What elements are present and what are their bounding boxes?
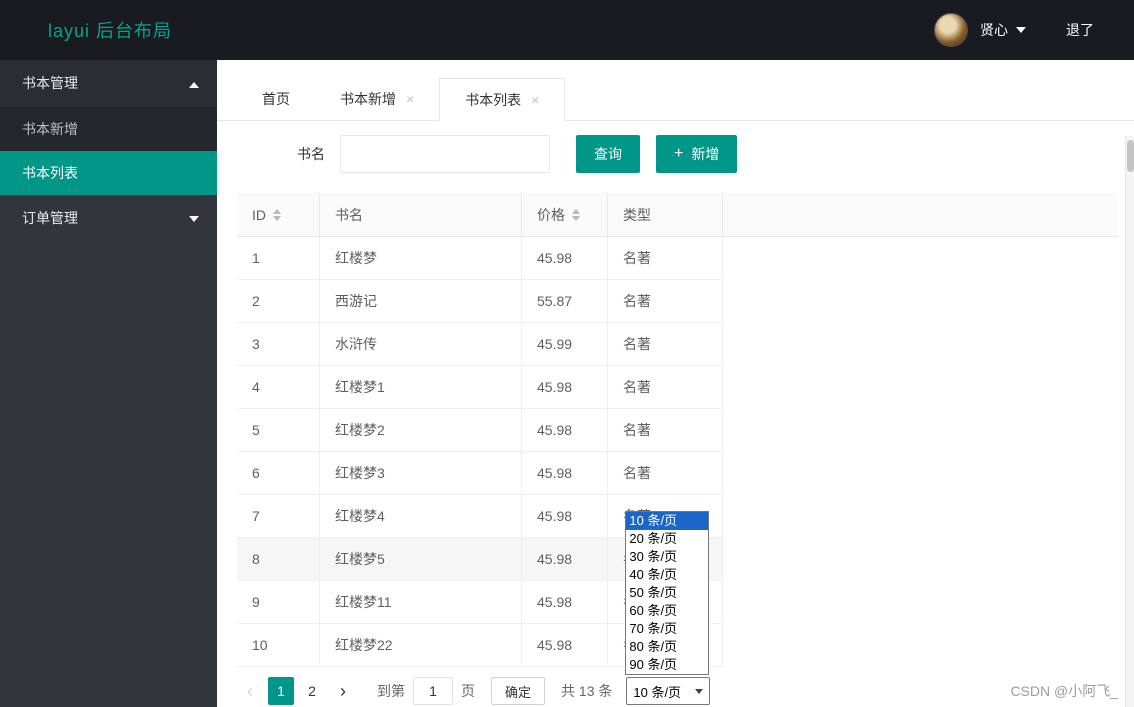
- tab-label: 书本新增: [340, 91, 396, 107]
- main-area: 首页 书本新增 × 书本列表 × 书名 查询 + 新增 ID 书名 价格 类型 …: [217, 60, 1134, 707]
- book-name-input[interactable]: [340, 135, 550, 173]
- sidebar-item-label: 订单管理: [22, 210, 78, 226]
- page-button-1[interactable]: 1: [268, 677, 294, 705]
- plus-icon: +: [674, 145, 684, 162]
- sidebar-item-book-list[interactable]: 书本列表: [0, 151, 217, 195]
- add-button[interactable]: + 新增: [656, 135, 738, 173]
- total-count-label: 共 13 条: [561, 683, 613, 699]
- logout-link[interactable]: 退了: [1066, 20, 1094, 40]
- confirm-button[interactable]: 确定: [491, 677, 546, 705]
- query-button[interactable]: 查询: [576, 135, 640, 173]
- column-header-name: 书名: [320, 193, 522, 236]
- page-size-option[interactable]: 70 条/页: [626, 620, 708, 638]
- chevron-down-icon: [189, 215, 199, 222]
- tab-home[interactable]: 首页: [237, 78, 315, 120]
- page-size-option[interactable]: 90 条/页: [626, 656, 708, 674]
- tab-bar: 首页 书本新增 × 书本列表 ×: [217, 78, 1134, 121]
- scrollbar-track[interactable]: [1125, 136, 1134, 707]
- sort-icon[interactable]: [273, 208, 281, 221]
- page-size-option[interactable]: 60 条/页: [626, 602, 708, 620]
- table-row: 1 红楼梦 45.98 名著: [237, 237, 723, 280]
- sidebar-item-label: 书本管理: [22, 75, 78, 91]
- table-row: 6 红楼梦3 45.98 名著: [237, 452, 723, 495]
- chevron-down-icon: [1016, 27, 1026, 33]
- sidebar-item-book-management[interactable]: 书本管理: [0, 60, 217, 107]
- avatar[interactable]: [934, 13, 968, 47]
- watermark-text: CSDN @小阿飞_: [1010, 683, 1118, 699]
- page-size-option[interactable]: 50 条/页: [626, 584, 708, 602]
- sidebar-item-book-add[interactable]: 书本新增: [0, 107, 217, 151]
- user-menu[interactable]: 贤心: [980, 20, 1026, 40]
- header-right: 贤心 退了: [934, 13, 1134, 47]
- top-header: layui 后台布局 贤心 退了: [0, 0, 1134, 60]
- tab-book-add[interactable]: 书本新增 ×: [315, 78, 439, 120]
- search-form: 书名 查询 + 新增: [237, 135, 1118, 173]
- page-size-select[interactable]: 10 条/页: [626, 677, 711, 705]
- sidebar: 书本管理 书本新增 书本列表 订单管理: [0, 60, 217, 707]
- tab-label: 首页: [262, 91, 290, 107]
- next-page-button[interactable]: ›: [330, 677, 356, 705]
- add-button-label: 新增: [691, 146, 720, 162]
- page-size-option[interactable]: 80 条/页: [626, 638, 708, 656]
- chevron-up-icon: [189, 81, 199, 88]
- page-size-select-wrap: 10 条/页 10 条/页 20 条/页 30 条/页 40 条/页 50 条/…: [625, 511, 711, 705]
- page-button-2[interactable]: 2: [299, 677, 325, 705]
- tab-book-list[interactable]: 书本列表 ×: [439, 78, 566, 121]
- page-size-selected-label: 10 条/页: [633, 684, 682, 700]
- table-row: 5 红楼梦2 45.98 名著: [237, 409, 723, 452]
- sidebar-item-order-management[interactable]: 订单管理: [0, 195, 217, 242]
- page-size-dropdown: 10 条/页 20 条/页 30 条/页 40 条/页 50 条/页 60 条/…: [625, 511, 710, 675]
- app-logo: layui 后台布局: [48, 21, 173, 41]
- username-label: 贤心: [980, 22, 1008, 38]
- sort-icon[interactable]: [572, 208, 580, 221]
- close-icon[interactable]: ×: [406, 92, 414, 106]
- goto-page-label: 到第: [377, 683, 405, 699]
- page-size-option[interactable]: 40 条/页: [626, 566, 708, 584]
- sidebar-item-label: 书本列表: [22, 165, 78, 181]
- scrollbar-thumb[interactable]: [1127, 140, 1134, 172]
- table-row: 2 西游记 55.87 名著: [237, 280, 723, 323]
- sidebar-item-label: 书本新增: [22, 121, 78, 137]
- table-row: 3 水浒传 45.99 名著: [237, 323, 723, 366]
- goto-page-input[interactable]: [413, 677, 453, 705]
- table-header-filler: [723, 193, 1118, 236]
- chevron-down-icon: [695, 688, 704, 694]
- prev-page-button[interactable]: ‹: [237, 677, 263, 705]
- close-icon[interactable]: ×: [531, 93, 539, 107]
- page-size-option[interactable]: 10 条/页: [626, 512, 709, 530]
- table-header: ID 书名 价格 类型: [237, 193, 1118, 237]
- page-size-option[interactable]: 30 条/页: [626, 548, 708, 566]
- column-header-type: 类型: [608, 193, 723, 236]
- tab-label: 书本列表: [465, 91, 522, 108]
- app-window: layui 后台布局 贤心 退了 书本管理 书本新增 书本列表 订单管理 首页 …: [0, 0, 1134, 707]
- pagination-bar: ‹ 1 2 › 到第 页 确定 共 13 条 10 条/页 10 条/页 20 …: [237, 511, 1118, 705]
- column-header-price[interactable]: 价格: [522, 193, 608, 236]
- page-size-option[interactable]: 20 条/页: [626, 530, 708, 548]
- column-header-id[interactable]: ID: [237, 193, 320, 236]
- tab-content: 书名 查询 + 新增 ID 书名 价格 类型 1 红楼梦 45.98 名著 2 …: [217, 135, 1134, 705]
- table-row: 4 红楼梦1 45.98 名著: [237, 366, 723, 409]
- goto-page-suffix: 页: [461, 683, 475, 699]
- book-name-label: 书名: [297, 146, 325, 162]
